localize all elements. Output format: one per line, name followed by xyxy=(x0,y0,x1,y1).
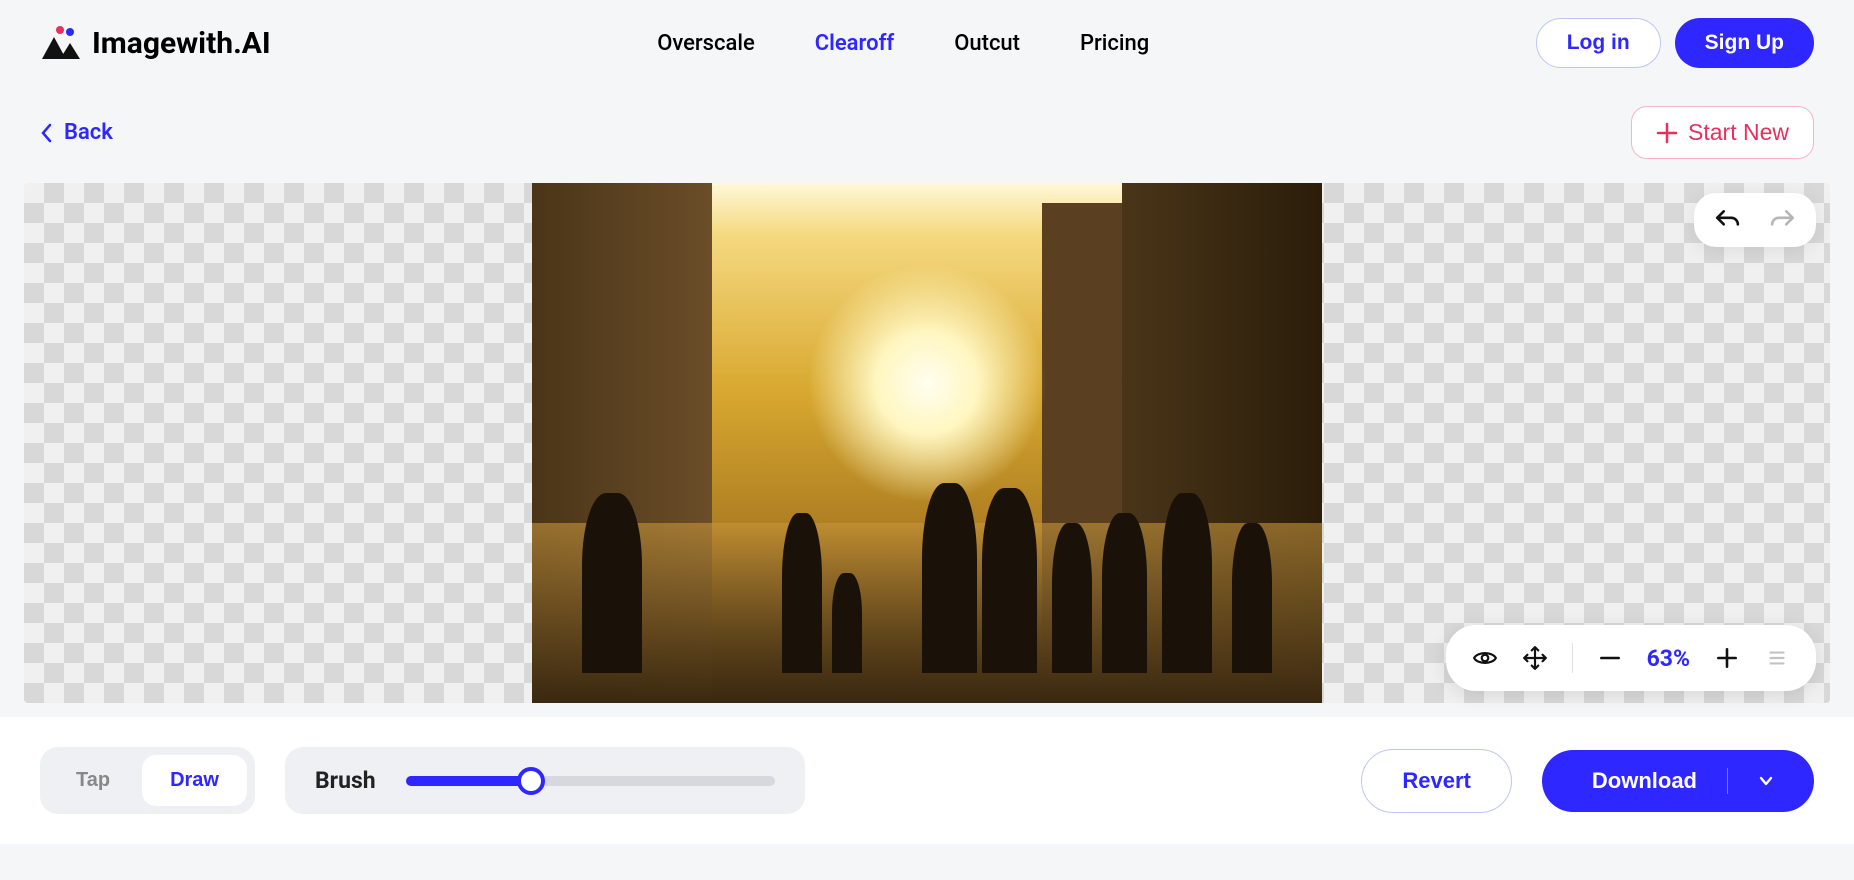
mode-toggle: Tap Draw xyxy=(40,747,255,814)
tap-mode-button[interactable]: Tap xyxy=(48,755,138,806)
separator xyxy=(1572,643,1573,673)
eye-icon[interactable] xyxy=(1472,645,1498,671)
login-button[interactable]: Log in xyxy=(1536,18,1661,68)
start-new-button[interactable]: Start New xyxy=(1631,106,1814,159)
zoom-value: 63% xyxy=(1647,645,1690,672)
revert-button[interactable]: Revert xyxy=(1361,749,1511,813)
subbar: Back Start New xyxy=(0,86,1854,179)
zoom-in-icon[interactable] xyxy=(1714,645,1740,671)
header: Imagewith.AI Overscale Clearoff Outcut P… xyxy=(0,0,1854,86)
menu-icon[interactable] xyxy=(1764,645,1790,671)
draw-mode-button[interactable]: Draw xyxy=(142,755,247,806)
redo-icon[interactable] xyxy=(1770,207,1796,233)
undo-icon[interactable] xyxy=(1714,207,1740,233)
zoom-panel: 63% xyxy=(1446,625,1816,691)
nav-auth: Log in Sign Up xyxy=(1536,18,1814,68)
canvas-area[interactable]: 63% xyxy=(24,183,1830,703)
chevron-down-icon[interactable] xyxy=(1758,773,1774,789)
move-icon[interactable] xyxy=(1522,645,1548,671)
back-link[interactable]: Back xyxy=(40,120,113,145)
nav-pricing[interactable]: Pricing xyxy=(1080,31,1149,56)
brush-control: Brush xyxy=(285,747,805,814)
brush-slider-thumb[interactable] xyxy=(517,767,545,795)
zoom-out-icon[interactable] xyxy=(1597,645,1623,671)
chevron-left-icon xyxy=(40,123,54,143)
logo-icon xyxy=(40,23,80,63)
nav-clearoff[interactable]: Clearoff xyxy=(815,31,894,56)
signup-button[interactable]: Sign Up xyxy=(1675,18,1814,68)
brush-label: Brush xyxy=(315,767,376,794)
brand-name: Imagewith.AI xyxy=(92,26,271,61)
download-button[interactable]: Download xyxy=(1542,750,1814,812)
brush-slider[interactable] xyxy=(406,776,775,786)
download-label: Download xyxy=(1592,768,1697,794)
bottom-toolbar: Tap Draw Brush Revert Download xyxy=(0,717,1854,844)
undo-redo-panel xyxy=(1694,193,1816,247)
editing-image[interactable] xyxy=(532,183,1322,703)
start-new-label: Start New xyxy=(1688,119,1789,146)
logo[interactable]: Imagewith.AI xyxy=(40,23,271,63)
back-label: Back xyxy=(64,120,113,145)
nav-overscale[interactable]: Overscale xyxy=(657,31,755,56)
separator xyxy=(1727,768,1728,794)
plus-icon xyxy=(1656,122,1678,144)
nav-main: Overscale Clearoff Outcut Pricing xyxy=(657,31,1149,56)
brush-slider-fill xyxy=(406,776,532,786)
nav-outcut[interactable]: Outcut xyxy=(954,31,1020,56)
